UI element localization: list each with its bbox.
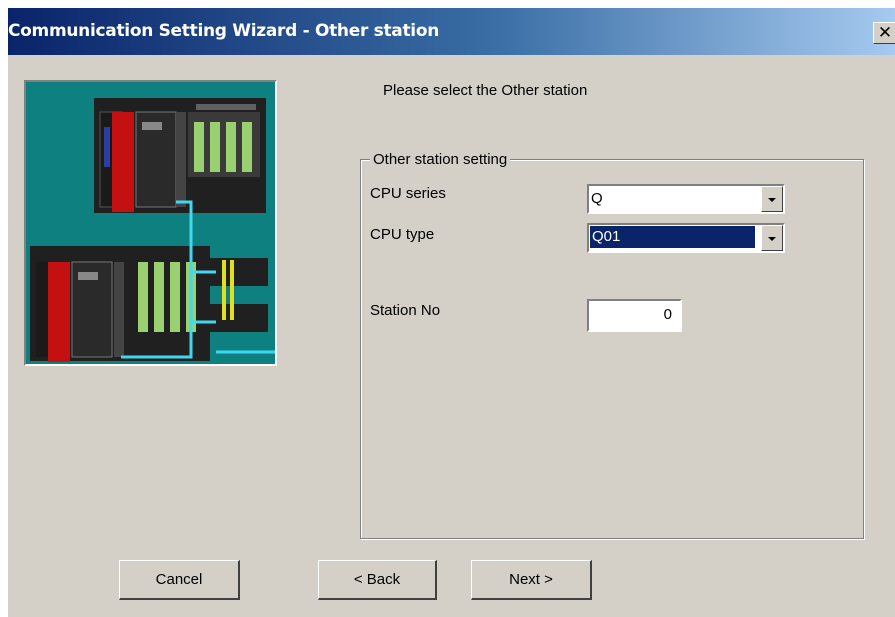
instruction-text: Please select the Other station	[383, 82, 588, 99]
cpu-series-label: CPU series	[370, 185, 446, 202]
back-button[interactable]: < Back	[318, 560, 437, 600]
title-bar[interactable]: Communication Setting Wizard - Other sta…	[8, 8, 895, 55]
plc-diagram-icon	[30, 98, 275, 362]
window-title: Communication Setting Wizard - Other sta…	[8, 21, 440, 41]
cpu-type-value: Q01	[590, 226, 755, 248]
chevron-down-icon[interactable]	[761, 225, 783, 251]
close-icon: ✕	[877, 23, 893, 43]
wizard-window: Communication Setting Wizard - Other sta…	[8, 8, 895, 617]
cpu-type-label: CPU type	[370, 226, 435, 243]
close-button[interactable]: ✕	[873, 22, 895, 44]
other-station-groupbox	[360, 159, 864, 539]
chevron-down-icon[interactable]	[761, 186, 783, 212]
cpu-series-select[interactable]: Q	[587, 184, 785, 214]
next-button[interactable]: Next >	[471, 560, 592, 600]
groupbox-legend: Other station setting	[370, 151, 511, 168]
cpu-series-value: Q	[591, 190, 603, 207]
station-no-input[interactable]: 0	[587, 299, 682, 332]
station-no-label: Station No	[370, 302, 441, 319]
plc-network-illustration	[24, 80, 277, 366]
cpu-type-select[interactable]: Q01	[587, 223, 785, 253]
cancel-button[interactable]: Cancel	[119, 560, 240, 600]
